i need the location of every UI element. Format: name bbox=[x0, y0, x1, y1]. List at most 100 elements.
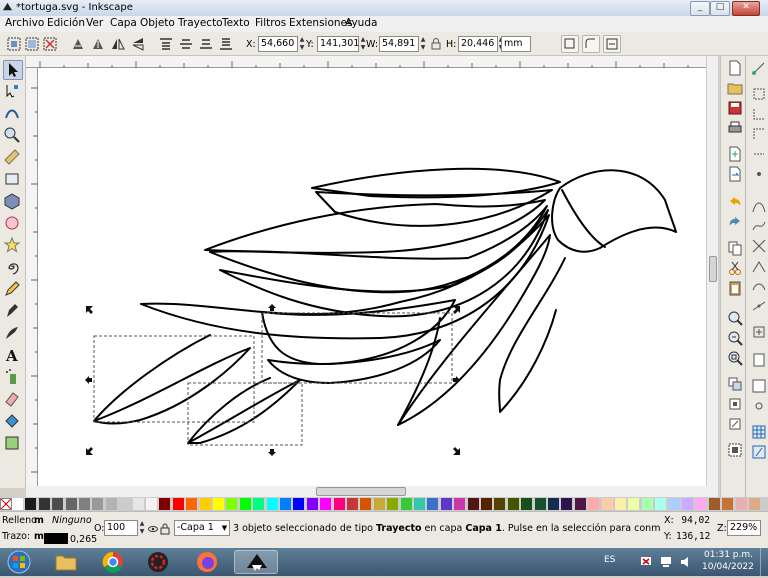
no-paint-icon[interactable] bbox=[0, 497, 12, 511]
palette-swatch[interactable] bbox=[213, 498, 224, 510]
export-icon[interactable] bbox=[727, 166, 743, 182]
layer-lock-icon[interactable] bbox=[160, 523, 170, 535]
layer-chevron-down-icon[interactable]: ▼ bbox=[219, 520, 230, 536]
node-tool[interactable] bbox=[3, 82, 23, 102]
snap-enable-icon[interactable] bbox=[751, 60, 767, 76]
palette-swatch[interactable] bbox=[615, 498, 626, 510]
ellipse-tool[interactable] bbox=[3, 214, 23, 234]
snap-cusp-icon[interactable] bbox=[751, 258, 767, 274]
menu-filtros[interactable]: Filtros bbox=[255, 17, 286, 29]
palette-swatch[interactable] bbox=[534, 498, 546, 510]
fill-value[interactable]: Ninguno bbox=[52, 515, 92, 526]
palette-swatch[interactable] bbox=[668, 498, 680, 510]
clock-date[interactable]: 10/04/2022 bbox=[702, 562, 754, 572]
snap-bbox-icon[interactable] bbox=[751, 86, 767, 102]
palette-swatch[interactable] bbox=[588, 498, 600, 510]
select-all-icon[interactable] bbox=[6, 36, 22, 52]
palette-swatch[interactable] bbox=[628, 498, 640, 510]
scale-stroke-toggle[interactable] bbox=[561, 35, 579, 53]
w-spinner[interactable]: ▲ ▼ bbox=[419, 36, 427, 52]
zoom-drawing-icon[interactable] bbox=[727, 330, 743, 346]
palette-swatch[interactable] bbox=[507, 498, 519, 510]
cut-icon[interactable] bbox=[727, 260, 743, 276]
palette-swatch[interactable] bbox=[735, 498, 747, 510]
palette-swatch[interactable] bbox=[320, 498, 332, 510]
h-field[interactable]: 20,446 bbox=[458, 36, 498, 52]
volume-icon[interactable] bbox=[680, 556, 692, 568]
palette-swatch[interactable] bbox=[159, 498, 171, 510]
palette-swatch[interactable] bbox=[105, 498, 117, 510]
menu-objeto[interactable]: Objeto bbox=[140, 17, 175, 29]
deselect-icon[interactable] bbox=[42, 36, 58, 52]
clock-time[interactable]: 01:31 p.m. bbox=[704, 550, 753, 560]
spray-tool[interactable] bbox=[3, 368, 23, 388]
x-spinner[interactable]: ▲ ▼ bbox=[298, 36, 306, 52]
pencil-tool[interactable] bbox=[3, 280, 23, 300]
vertical-ruler[interactable] bbox=[26, 68, 38, 486]
menu-edicion[interactable]: Edición bbox=[47, 17, 85, 29]
snap-intersection-icon[interactable] bbox=[751, 238, 767, 254]
raise-to-top-icon[interactable] bbox=[158, 36, 174, 52]
palette-swatch[interactable] bbox=[347, 498, 358, 510]
zoom-field[interactable]: 229% bbox=[727, 520, 761, 536]
palette-swatch[interactable] bbox=[253, 498, 265, 510]
snap-bbox-corner-icon[interactable] bbox=[751, 126, 767, 142]
maximize-button[interactable]: □ bbox=[710, 1, 730, 16]
snap-text-baseline-icon[interactable] bbox=[751, 378, 767, 394]
paste-icon[interactable] bbox=[727, 280, 743, 296]
flip-vertical-icon[interactable] bbox=[130, 36, 146, 52]
redo-icon[interactable] bbox=[727, 214, 743, 230]
palette-swatch[interactable] bbox=[92, 498, 104, 510]
start-button[interactable] bbox=[2, 550, 36, 574]
scale-corners-toggle[interactable] bbox=[582, 35, 600, 53]
snap-guide-icon[interactable] bbox=[751, 444, 767, 460]
taskbar-explorer[interactable] bbox=[46, 550, 86, 574]
palette-swatch[interactable] bbox=[481, 498, 492, 510]
menu-ver[interactable]: Ver bbox=[86, 17, 103, 29]
snap-grid-icon[interactable] bbox=[751, 424, 767, 440]
palette-swatch[interactable] bbox=[708, 498, 720, 510]
move-gradients-toggle[interactable] bbox=[603, 35, 621, 53]
open-folder-icon[interactable] bbox=[727, 80, 743, 96]
palette-swatch[interactable] bbox=[427, 498, 439, 510]
save-icon[interactable] bbox=[727, 100, 743, 116]
vertical-scroll-thumb[interactable] bbox=[709, 256, 717, 282]
snap-paths-icon[interactable] bbox=[751, 218, 767, 234]
snap-bbox-midpoint-icon[interactable] bbox=[751, 146, 767, 162]
spiral-tool[interactable] bbox=[3, 258, 23, 278]
horizontal-ruler[interactable] bbox=[26, 56, 718, 68]
menu-capa[interactable]: Capa bbox=[110, 17, 137, 29]
duplicate-icon[interactable] bbox=[727, 376, 743, 392]
rotate-cw-icon[interactable] bbox=[90, 36, 106, 52]
close-button[interactable]: ✕ bbox=[732, 1, 760, 16]
palette-swatch[interactable] bbox=[52, 498, 64, 510]
horizontal-scroll-thumb[interactable] bbox=[316, 487, 406, 496]
palette-swatch[interactable] bbox=[306, 498, 318, 510]
palette-swatch[interactable] bbox=[387, 498, 399, 510]
gradient-tool[interactable] bbox=[3, 434, 23, 454]
menu-ayuda[interactable]: Ayuda bbox=[345, 17, 377, 29]
measure-tool[interactable] bbox=[3, 148, 23, 168]
unlink-clone-icon[interactable] bbox=[727, 416, 743, 432]
palette-swatch[interactable] bbox=[293, 498, 305, 510]
new-document-icon[interactable] bbox=[727, 60, 743, 76]
palette-swatch[interactable] bbox=[186, 498, 198, 510]
palette-swatch[interactable] bbox=[333, 498, 345, 510]
palette-swatch[interactable] bbox=[695, 498, 707, 510]
palette-swatch[interactable] bbox=[199, 498, 211, 510]
snap-nodes-icon[interactable] bbox=[751, 198, 767, 214]
lock-icon[interactable] bbox=[428, 36, 444, 52]
palette-swatch[interactable] bbox=[400, 498, 412, 510]
taskbar-chrome[interactable] bbox=[93, 550, 133, 574]
x-field[interactable]: 54,660 bbox=[258, 36, 298, 52]
menu-archivo[interactable]: Archivo bbox=[5, 17, 44, 29]
palette-swatch[interactable] bbox=[25, 498, 37, 510]
palette-swatch[interactable] bbox=[641, 498, 653, 510]
eraser-tool[interactable] bbox=[3, 390, 23, 410]
undo-icon[interactable] bbox=[727, 194, 743, 210]
palette-swatch[interactable] bbox=[172, 498, 184, 510]
vertical-scrollbar[interactable] bbox=[706, 56, 718, 486]
star-tool[interactable] bbox=[3, 236, 23, 256]
palette-swatch[interactable] bbox=[239, 498, 251, 510]
tweak-tool[interactable] bbox=[3, 104, 23, 124]
